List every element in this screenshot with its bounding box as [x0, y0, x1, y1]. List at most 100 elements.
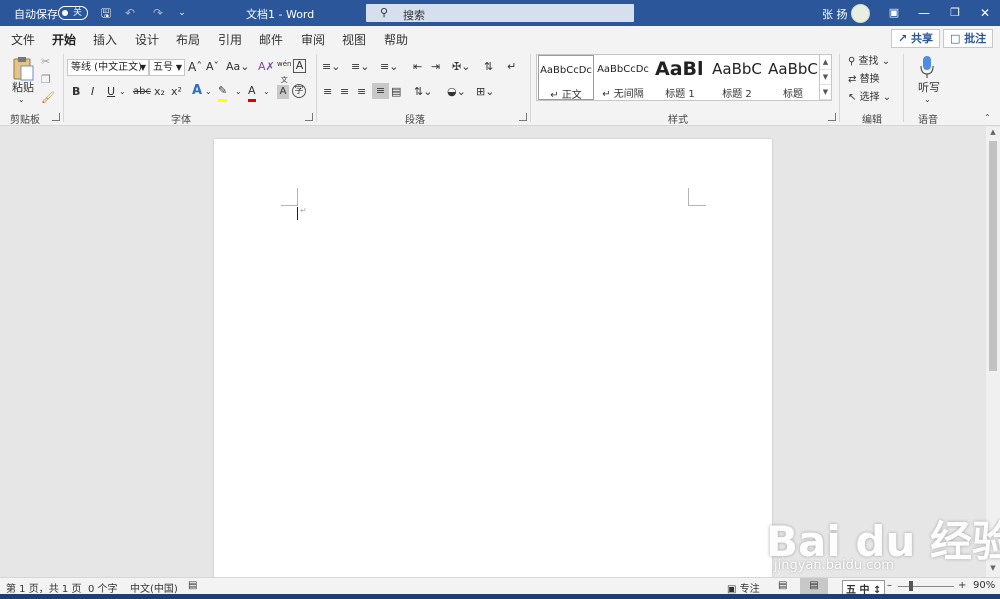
- copy-icon[interactable]: ❐: [41, 72, 51, 88]
- search-box[interactable]: ⚲ 搜索: [366, 4, 634, 22]
- focus-button[interactable]: ▣ 专注: [727, 580, 760, 595]
- underline-dropdown-icon[interactable]: ⌄: [119, 84, 126, 100]
- shrink-font-icon[interactable]: Aˇ: [206, 59, 219, 75]
- multilevel-list-icon[interactable]: ≡⌄: [380, 59, 398, 75]
- style-heading-1[interactable]: AaBl 标题 1: [652, 55, 708, 100]
- show-marks-icon[interactable]: ↵: [507, 59, 516, 75]
- align-left-icon[interactable]: ≡: [323, 84, 332, 100]
- character-shading-icon[interactable]: A: [277, 85, 289, 99]
- paste-icon[interactable]: [12, 56, 34, 82]
- style-heading-2[interactable]: AaBbC 标题 2: [709, 55, 765, 100]
- zoom-level[interactable]: 90%: [973, 580, 995, 591]
- font-name-combo[interactable]: 等线 (中文正文) ▼: [67, 59, 149, 76]
- grow-font-icon[interactable]: Aˆ: [188, 59, 202, 75]
- tab-help[interactable]: 帮助: [384, 31, 408, 48]
- chevron-up-icon[interactable]: ▲: [820, 55, 831, 70]
- style-no-spacing[interactable]: AaBbCcDc ↵ 无间隔: [595, 55, 651, 100]
- style-title[interactable]: AaBbC 标题: [765, 55, 821, 100]
- microphone-icon[interactable]: [919, 55, 935, 79]
- word-count[interactable]: 0 个字: [88, 580, 118, 595]
- paste-dropdown-icon[interactable]: ⌄: [18, 92, 25, 108]
- print-layout-icon[interactable]: ▤: [800, 578, 828, 594]
- increase-indent-icon[interactable]: ⇥: [431, 59, 440, 75]
- paragraph-launcher-icon[interactable]: [519, 113, 527, 121]
- superscript-button[interactable]: x²: [171, 84, 182, 100]
- page-count[interactable]: 第 1 页，共 1 页: [6, 580, 81, 595]
- tab-home[interactable]: 开始: [52, 31, 77, 53]
- tab-file[interactable]: 文件: [11, 31, 35, 48]
- decrease-indent-icon[interactable]: ⇤: [413, 59, 422, 75]
- tab-references[interactable]: 引用: [218, 31, 242, 48]
- numbering-icon[interactable]: ≡⌄: [351, 59, 369, 75]
- tab-view[interactable]: 视图: [342, 31, 366, 48]
- justify-icon[interactable]: ≡: [372, 83, 389, 99]
- customize-qat-icon[interactable]: ⌄: [174, 5, 190, 21]
- zoom-in-icon[interactable]: +: [958, 580, 966, 591]
- undo-icon[interactable]: ↶: [122, 5, 138, 21]
- cut-icon[interactable]: ✂: [41, 54, 50, 70]
- clear-formatting-icon[interactable]: A✗: [258, 59, 275, 75]
- highlight-icon[interactable]: ✎: [218, 83, 228, 102]
- redo-icon[interactable]: ↷: [150, 5, 166, 21]
- highlight-dropdown-icon[interactable]: ⌄: [235, 84, 242, 100]
- distributed-icon[interactable]: ▤: [391, 84, 401, 100]
- style-normal[interactable]: AaBbCcDc ↵ 正文: [538, 55, 594, 100]
- styles-launcher-icon[interactable]: [828, 113, 836, 121]
- scroll-thumb[interactable]: [989, 141, 997, 371]
- ribbon-display-icon[interactable]: ▣: [884, 4, 904, 22]
- replace-button[interactable]: ⇄ 替换: [848, 72, 880, 88]
- phonetic-guide-icon[interactable]: wén 文: [277, 56, 291, 88]
- avatar[interactable]: [851, 4, 870, 23]
- share-button[interactable]: ↗ 共享: [891, 29, 941, 48]
- font-color-dropdown-icon[interactable]: ⌄: [263, 84, 270, 100]
- font-color-icon[interactable]: A: [248, 83, 256, 102]
- restore-icon[interactable]: ❐: [945, 4, 965, 22]
- zoom-thumb[interactable]: [909, 581, 913, 591]
- zoom-track[interactable]: [898, 586, 954, 587]
- tab-insert[interactable]: 插入: [93, 31, 117, 48]
- shading-icon[interactable]: ◒⌄: [447, 84, 466, 100]
- scroll-up-icon[interactable]: ▲: [986, 128, 1000, 140]
- save-icon[interactable]: 🖫: [98, 5, 114, 21]
- clipboard-launcher-icon[interactable]: [52, 113, 60, 121]
- tab-mailings[interactable]: 邮件: [259, 31, 283, 48]
- change-case-button[interactable]: Aa⌄: [226, 59, 249, 75]
- more-styles-icon[interactable]: ▼: [820, 85, 831, 100]
- select-button[interactable]: ↖ 选择 ⌄: [848, 90, 891, 106]
- character-border-icon[interactable]: A: [293, 59, 306, 73]
- line-spacing-icon[interactable]: ⇅⌄: [414, 84, 432, 100]
- close-icon[interactable]: ✕: [975, 4, 995, 22]
- borders-icon[interactable]: ⊞⌄: [476, 84, 494, 100]
- enclose-characters-icon[interactable]: 字: [292, 84, 306, 98]
- format-painter-icon[interactable]: 🖌: [41, 90, 55, 106]
- subscript-button[interactable]: x₂: [154, 84, 165, 100]
- strikethrough-button[interactable]: abc: [133, 84, 151, 100]
- italic-button[interactable]: I: [91, 84, 94, 100]
- chinese-layout-icon[interactable]: ✠⌄: [452, 59, 470, 75]
- collapse-ribbon-icon[interactable]: ⌃: [984, 110, 991, 126]
- minimize-icon[interactable]: —: [914, 4, 934, 22]
- language[interactable]: 中文(中国): [130, 580, 178, 595]
- align-right-icon[interactable]: ≡: [357, 84, 366, 100]
- font-launcher-icon[interactable]: [305, 113, 313, 121]
- comments-button[interactable]: □ 批注: [943, 29, 994, 48]
- align-center-icon[interactable]: ≡: [340, 84, 349, 100]
- tab-review[interactable]: 审阅: [301, 31, 325, 48]
- read-mode-icon[interactable]: ▤: [778, 580, 787, 591]
- text-effects-dropdown-icon[interactable]: ⌄: [205, 84, 212, 100]
- autosave-toggle[interactable]: 关: [58, 6, 88, 20]
- user-name[interactable]: 张 扬: [822, 6, 848, 22]
- bullets-icon[interactable]: ≡⌄: [322, 59, 340, 75]
- zoom-out-icon[interactable]: –: [887, 580, 892, 591]
- sort-icon[interactable]: ⇅: [484, 59, 493, 75]
- text-effects-icon[interactable]: A: [192, 83, 202, 99]
- bold-button[interactable]: B: [72, 84, 80, 100]
- find-button[interactable]: ⚲ 查找 ⌄: [848, 54, 890, 70]
- tab-layout[interactable]: 布局: [176, 31, 200, 48]
- underline-button[interactable]: U: [107, 84, 115, 100]
- tab-design[interactable]: 设计: [135, 31, 159, 48]
- font-size-combo[interactable]: 五号 ▼: [149, 59, 185, 76]
- chevron-down-icon[interactable]: ▼: [820, 70, 831, 85]
- dictate-dropdown-icon[interactable]: ⌄: [924, 92, 931, 108]
- accessibility-icon[interactable]: ▤: [188, 580, 197, 591]
